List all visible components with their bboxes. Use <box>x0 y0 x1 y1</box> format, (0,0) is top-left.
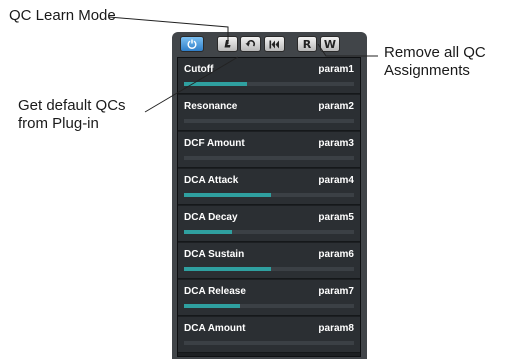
qc-name: DCA Release <box>184 286 246 297</box>
qc-value-slider[interactable] <box>184 304 354 308</box>
learn-mode-button[interactable] <box>217 36 238 52</box>
remove-all-button[interactable] <box>264 36 285 52</box>
qc-name: DCA Decay <box>184 212 238 223</box>
qc-value-fill <box>184 193 271 197</box>
qc-row[interactable]: Resonance param2 <box>178 95 360 131</box>
callout-get-default-qcs-line1: Get default QCs <box>18 97 126 114</box>
callout-get-default-qcs: Get default QCs from Plug-in <box>18 97 126 133</box>
qc-param: param3 <box>318 138 354 149</box>
callout-remove-all: Remove all QC Assignments <box>384 44 486 80</box>
qc-param: param7 <box>318 286 354 297</box>
callout-get-default-qcs-line2: from Plug-in <box>18 115 99 132</box>
qc-row[interactable]: DCA Amount param8 <box>178 317 360 353</box>
undo-arrow-icon <box>245 39 256 49</box>
qc-list: Cutoff param1 Resonance param2 DCF Amount par… <box>177 57 361 357</box>
qc-value-fill <box>184 230 232 234</box>
qc-value-fill <box>184 267 271 271</box>
read-button[interactable]: R <box>297 36 317 52</box>
qc-name: DCF Amount <box>184 138 245 149</box>
qc-value-slider[interactable] <box>184 230 354 234</box>
quick-controls-panel: R W Cutoff param1 Resonance param2 DCF Amoun… <box>172 32 367 359</box>
qc-value-slider[interactable] <box>184 156 354 160</box>
qc-value-slider[interactable] <box>184 267 354 271</box>
qc-row[interactable]: Cutoff param1 <box>178 58 360 94</box>
qc-param: param5 <box>318 212 354 223</box>
qc-param: param2 <box>318 101 354 112</box>
qc-value-slider[interactable] <box>184 119 354 123</box>
qc-value-fill <box>184 304 241 308</box>
learn-mode-icon <box>223 39 233 49</box>
qc-row[interactable]: DCF Amount param3 <box>178 132 360 168</box>
qc-name: Resonance <box>184 101 238 112</box>
qc-row[interactable]: DCA Sustain param6 <box>178 243 360 279</box>
qc-row[interactable]: DCA Decay param5 <box>178 206 360 242</box>
qc-value-fill <box>184 82 247 86</box>
write-button[interactable]: W <box>320 36 340 52</box>
skip-back-icon <box>269 40 280 49</box>
callout-remove-all-line2: Assignments <box>384 62 470 79</box>
callout-qc-learn-mode: QC Learn Mode <box>9 7 116 24</box>
default-qcs-button[interactable] <box>240 36 261 52</box>
power-icon <box>187 39 197 49</box>
callout-remove-all-line1: Remove all QC <box>384 44 486 61</box>
qc-row[interactable]: DCA Release param7 <box>178 280 360 316</box>
qc-value-slider[interactable] <box>184 193 354 197</box>
qc-toolbar: R W <box>180 36 360 53</box>
qc-name: DCA Sustain <box>184 249 245 260</box>
qc-param: param4 <box>318 175 354 186</box>
qc-value-slider[interactable] <box>184 82 354 86</box>
qc-param: param8 <box>318 323 354 334</box>
qc-row[interactable]: DCA Attack param4 <box>178 169 360 205</box>
qc-name: DCA Amount <box>184 323 246 334</box>
qc-name: Cutoff <box>184 64 214 75</box>
qc-name: DCA Attack <box>184 175 239 186</box>
qc-param: param6 <box>318 249 354 260</box>
qc-value-slider[interactable] <box>184 341 354 345</box>
qc-param: param1 <box>318 64 354 75</box>
power-button[interactable] <box>180 36 204 52</box>
